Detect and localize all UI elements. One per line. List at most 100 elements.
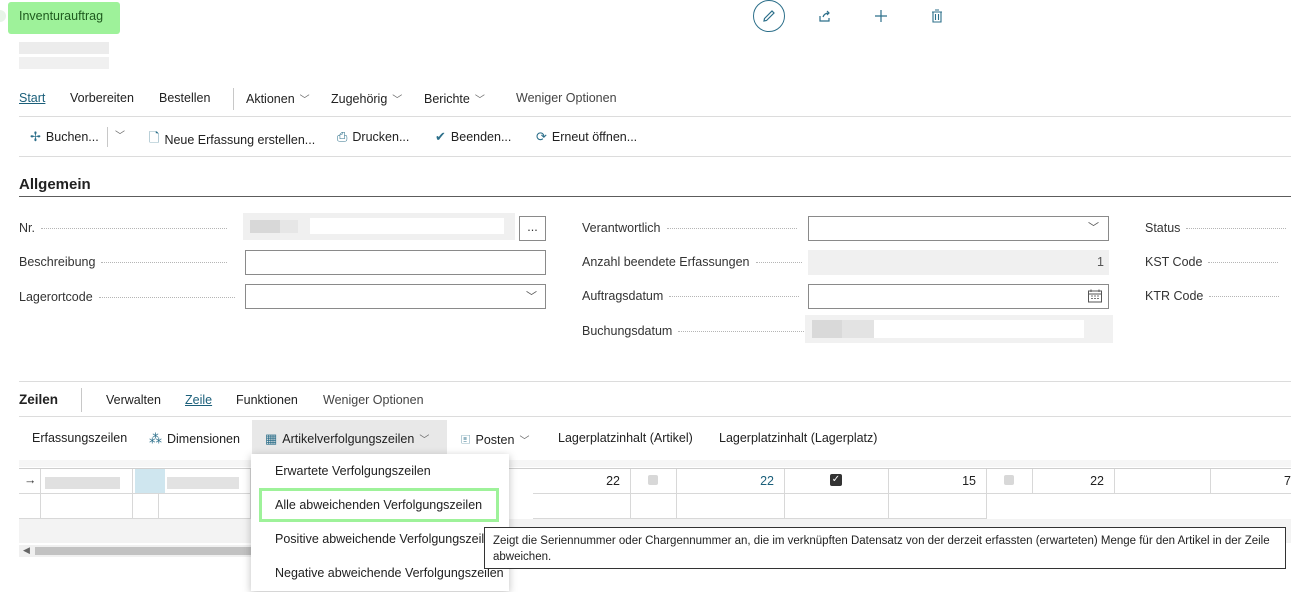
buchungsdatum-redacted-2 bbox=[842, 320, 874, 338]
dimensionen-button[interactable]: ⁂ Dimensionen bbox=[149, 431, 240, 447]
lines-divider bbox=[81, 388, 82, 412]
dimensions-icon: ⁂ bbox=[149, 431, 162, 446]
row-indicator[interactable]: → bbox=[19, 469, 41, 494]
tab-zeile[interactable]: Zeile bbox=[185, 393, 212, 407]
table-cell[interactable] bbox=[987, 469, 1033, 494]
table-cell[interactable]: 22 bbox=[533, 469, 631, 494]
erfassungszeilen-button[interactable]: Erfassungszeilen bbox=[32, 431, 127, 445]
chevron-down-icon: ﹀ bbox=[419, 435, 430, 446]
calendar-icon bbox=[1088, 289, 1102, 303]
finish-label: Beenden... bbox=[450, 130, 512, 144]
lagerplatzinhalt-lagerplatz-button[interactable]: Lagerplatzinhalt (Lagerplatz) bbox=[719, 431, 877, 445]
table-cell[interactable] bbox=[631, 494, 677, 519]
checkbox-checked[interactable]: ✓ bbox=[830, 474, 842, 486]
menu-berichte[interactable]: Berichte ﹀ bbox=[424, 91, 485, 106]
ledger-icon: 🗉 bbox=[461, 432, 471, 447]
label-dots bbox=[1208, 262, 1279, 264]
table-cell[interactable] bbox=[889, 494, 987, 519]
beschreibung-input[interactable] bbox=[245, 250, 546, 275]
menu-zugehoerig[interactable]: Zugehörig ﹀ bbox=[331, 91, 402, 106]
menu-bestellen[interactable]: Bestellen bbox=[159, 91, 210, 105]
delete-button[interactable] bbox=[922, 3, 952, 29]
chevron-down-icon: ﹀ bbox=[299, 95, 310, 106]
nr-assist-button[interactable]: ... bbox=[519, 216, 546, 241]
reopen-button[interactable]: ⟳ Erneut öffnen... bbox=[536, 129, 637, 145]
menu-aktionen[interactable]: Aktionen ﹀ bbox=[246, 91, 310, 106]
table-cell[interactable] bbox=[41, 494, 133, 519]
kst-label-text: KST Code bbox=[1145, 255, 1203, 269]
menu-berichte-label: Berichte bbox=[424, 92, 470, 106]
grid-body: → 22 22 ✓ 15 22 7 bbox=[19, 469, 1291, 519]
table-cell[interactable] bbox=[631, 469, 677, 494]
verantwortlich-select[interactable] bbox=[808, 216, 1109, 241]
buchungsdatum-redacted bbox=[812, 320, 842, 338]
record-name-redacted bbox=[19, 42, 109, 54]
posten-button[interactable]: 🗉 Posten ﹀ bbox=[461, 431, 529, 453]
add-button[interactable] bbox=[866, 3, 896, 29]
section-title-lines: Zeilen bbox=[19, 392, 59, 407]
lagerplatzinhalt-artikel-button[interactable]: Lagerplatzinhalt (Artikel) bbox=[558, 431, 693, 445]
menu-zugehoerig-label: Zugehörig bbox=[331, 92, 388, 106]
tab-verwalten[interactable]: Verwalten bbox=[106, 393, 161, 407]
value-2: 22 bbox=[760, 474, 774, 488]
post-button[interactable]: ✢ Buchen... bbox=[30, 129, 99, 145]
edit-button[interactable] bbox=[753, 0, 785, 32]
lagerortcode-select[interactable]: ﹀ bbox=[245, 284, 546, 309]
buchungsdatum-label-text: Buchungsdatum bbox=[582, 324, 673, 338]
dropdown-item-positive[interactable]: Positive abweichende Verfolgungszeilen bbox=[251, 522, 509, 556]
anzahl-label-text: Anzahl beendete Erfassungen bbox=[582, 255, 750, 269]
menu-vorbereiten[interactable]: Vorbereiten bbox=[70, 91, 134, 105]
label-dots bbox=[678, 331, 809, 333]
artikelverfolgungszeilen-button[interactable]: ▦ Artikelverfolgungszeilen ﹀ bbox=[265, 431, 429, 447]
calendar-button[interactable] bbox=[1087, 288, 1103, 307]
new-count-button[interactable]: 🗋 Neue Erfassung erstellen... bbox=[149, 129, 315, 151]
record-name-redacted-2 bbox=[19, 57, 109, 69]
table-cell[interactable] bbox=[159, 494, 251, 519]
menu-start[interactable]: Start bbox=[19, 91, 45, 105]
table-cell[interactable] bbox=[1115, 469, 1211, 494]
dropdown-item-all-deviating[interactable]: Alle abweichenden Verfolgungszeilen bbox=[251, 488, 509, 522]
post-icon: ✢ bbox=[30, 129, 41, 144]
menu-weniger-optionen[interactable]: Weniger Optionen bbox=[516, 91, 617, 105]
tab-weniger-optionen[interactable]: Weniger Optionen bbox=[323, 393, 424, 407]
ktr-label: KTR Code bbox=[1145, 289, 1280, 303]
table-cell[interactable]: ✓ bbox=[785, 469, 889, 494]
dropdown-item-expected[interactable]: Erwartete Verfolgungszeilen bbox=[251, 454, 509, 488]
auftragsdatum-input[interactable] bbox=[808, 284, 1109, 309]
print-button[interactable]: ⎙ Drucken... bbox=[337, 129, 409, 145]
scroll-left-icon[interactable]: ◀ bbox=[23, 545, 30, 556]
status-label-text: Status bbox=[1145, 221, 1181, 235]
table-cell[interactable]: 7 bbox=[1211, 469, 1291, 494]
table-cell[interactable] bbox=[533, 494, 631, 519]
lagerortcode-label-text: Lagerortcode bbox=[19, 290, 93, 304]
dropdown-item-negative[interactable]: Negative abweichende Verfolgungszeilen bbox=[251, 556, 509, 590]
nr-label: Nr. bbox=[19, 221, 227, 235]
menu-aktionen-label: Aktionen bbox=[246, 92, 295, 106]
section-title-general: Allgemein bbox=[19, 176, 91, 193]
table-cell[interactable] bbox=[19, 494, 41, 519]
finish-button[interactable]: ✔ Beenden... bbox=[435, 129, 511, 145]
table-cell[interactable] bbox=[677, 494, 785, 519]
table-cell[interactable] bbox=[785, 494, 889, 519]
kst-label: KST Code bbox=[1145, 255, 1279, 269]
chevron-down-icon[interactable]: ﹀ bbox=[1088, 219, 1099, 235]
buchungsdatum-label: Buchungsdatum bbox=[582, 324, 809, 338]
action-bar-top-border bbox=[19, 116, 1291, 117]
beschreibung-label-text: Beschreibung bbox=[19, 255, 96, 269]
lines-toolbar-top-border bbox=[19, 416, 1291, 417]
tab-funktionen[interactable]: Funktionen bbox=[236, 393, 298, 407]
grid-icon: ▦ bbox=[265, 431, 278, 446]
post-chevron-down-icon[interactable]: ﹀ bbox=[115, 127, 125, 142]
share-button[interactable] bbox=[810, 3, 840, 29]
cell-redacted bbox=[45, 477, 120, 489]
delete-icon bbox=[932, 9, 942, 23]
menge-basis-value: 22 bbox=[606, 474, 620, 488]
table-cell[interactable]: 15 bbox=[889, 469, 987, 494]
artikelverfolgungszeilen-label: Artikelverfolgungszeilen bbox=[282, 432, 415, 446]
table-cell[interactable] bbox=[133, 494, 159, 519]
checkbox-disabled bbox=[648, 475, 658, 485]
table-cell[interactable]: 22 bbox=[1033, 469, 1115, 494]
arrow-right-icon: → bbox=[24, 473, 37, 487]
share-icon bbox=[819, 10, 830, 22]
table-cell[interactable]: 22 bbox=[677, 469, 785, 494]
